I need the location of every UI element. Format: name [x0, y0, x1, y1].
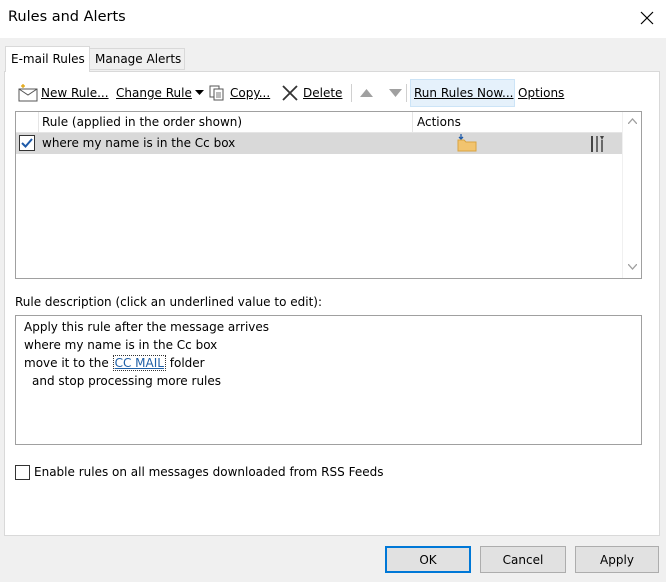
description-text: move it to the	[24, 356, 109, 370]
arrow-up-icon	[360, 89, 373, 97]
delete-icon	[282, 85, 298, 101]
description-text: folder	[169, 356, 205, 370]
arrow-down-icon	[389, 89, 402, 97]
toolbar-separator	[351, 84, 352, 102]
move-up-button[interactable]	[360, 79, 373, 107]
run-rules-now-button[interactable]: Run Rules Now...	[410, 79, 515, 107]
run-rules-now-label: Run Rules Now...	[414, 86, 514, 100]
options-button[interactable]: Options	[518, 79, 564, 107]
close-icon	[640, 11, 654, 25]
rules-list-header: Rule (applied in the order shown) Action…	[16, 112, 622, 133]
close-button[interactable]	[630, 3, 664, 33]
move-to-folder-icon	[456, 134, 478, 155]
window-title: Rules and Alerts	[8, 9, 126, 25]
dropdown-arrow-icon	[194, 90, 204, 95]
checkmark-icon	[19, 135, 35, 151]
new-rule-button[interactable]: New Rule...	[17, 79, 109, 107]
new-rule-icon	[18, 84, 38, 102]
column-header-actions[interactable]: Actions	[413, 112, 461, 133]
column-header-rule[interactable]: Rule (applied in the order shown)	[38, 112, 242, 133]
delete-label: Delete	[303, 86, 343, 100]
scroll-up-icon[interactable]	[628, 118, 637, 124]
tab-email-rules[interactable]: E-mail Rules	[5, 46, 90, 72]
delete-button[interactable]: Delete	[281, 79, 342, 107]
change-rule-button[interactable]: Change Rule	[116, 79, 204, 107]
options-label: Options	[518, 86, 565, 100]
move-down-button[interactable]	[389, 79, 402, 107]
rule-name: where my name is in the Cc box	[42, 136, 236, 150]
rules-list[interactable]: Rule (applied in the order shown) Action…	[15, 111, 642, 279]
apply-button[interactable]: Apply	[575, 546, 659, 573]
rules-list-scrollbar[interactable]	[622, 112, 641, 278]
description-line: and stop processing more rules	[32, 374, 222, 388]
rule-description-label: Rule description (click an underlined va…	[15, 295, 323, 309]
scroll-down-icon[interactable]	[628, 264, 637, 270]
rule-description-box: Apply this rule after the message arrive…	[15, 315, 642, 445]
folder-link[interactable]: CC MAIL	[112, 355, 166, 371]
description-line: move it to the CC MAIL folder	[24, 355, 205, 371]
cancel-button[interactable]: Cancel	[480, 546, 566, 573]
tab-manage-alerts[interactable]: Manage Alerts	[89, 48, 185, 70]
copy-button[interactable]: Copy...	[208, 79, 270, 107]
change-rule-label: Change Rule	[116, 86, 192, 100]
copy-icon	[209, 85, 224, 101]
new-rule-label: New Rule...	[41, 86, 109, 100]
table-row[interactable]: where my name is in the Cc box	[16, 133, 622, 154]
rss-rules-label: Enable rules on all messages downloaded …	[34, 465, 384, 479]
column-divider	[38, 112, 39, 133]
description-line: where my name is in the Cc box	[24, 338, 218, 352]
rule-checkbox[interactable]	[19, 135, 35, 151]
stop-processing-icon	[588, 134, 608, 157]
rss-rules-checkbox[interactable]	[15, 465, 30, 480]
toolbar-separator	[406, 84, 407, 102]
copy-label: Copy...	[230, 86, 271, 100]
ok-button[interactable]: OK	[385, 546, 471, 573]
description-line: Apply this rule after the message arrive…	[24, 320, 270, 334]
